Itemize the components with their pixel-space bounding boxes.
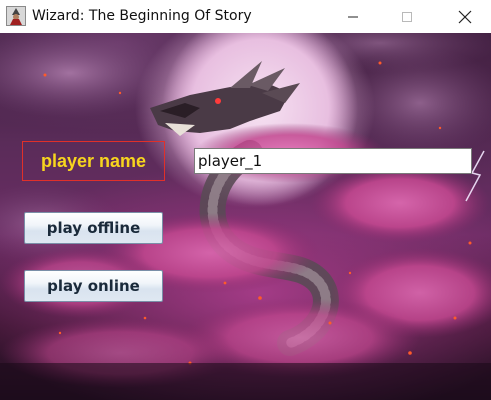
window-title: Wizard: The Beginning Of Story xyxy=(32,8,252,24)
maximize-icon xyxy=(402,11,412,22)
game-window: Wizard: The Beginning Of Story player na… xyxy=(0,0,491,400)
close-icon xyxy=(458,10,472,23)
player-name-label: player name xyxy=(22,141,165,181)
play-offline-button[interactable]: play offline xyxy=(24,212,163,244)
play-online-button[interactable]: play online xyxy=(24,270,163,302)
player-name-input[interactable] xyxy=(194,148,472,174)
title-bar[interactable]: Wizard: The Beginning Of Story xyxy=(0,0,491,33)
minimize-icon xyxy=(348,16,358,17)
maximize-button[interactable] xyxy=(384,0,430,33)
close-button[interactable] xyxy=(442,0,488,33)
game-panel: player name play offline play online xyxy=(0,33,491,400)
wizard-app-icon xyxy=(6,6,26,26)
minimize-button[interactable] xyxy=(330,0,376,33)
